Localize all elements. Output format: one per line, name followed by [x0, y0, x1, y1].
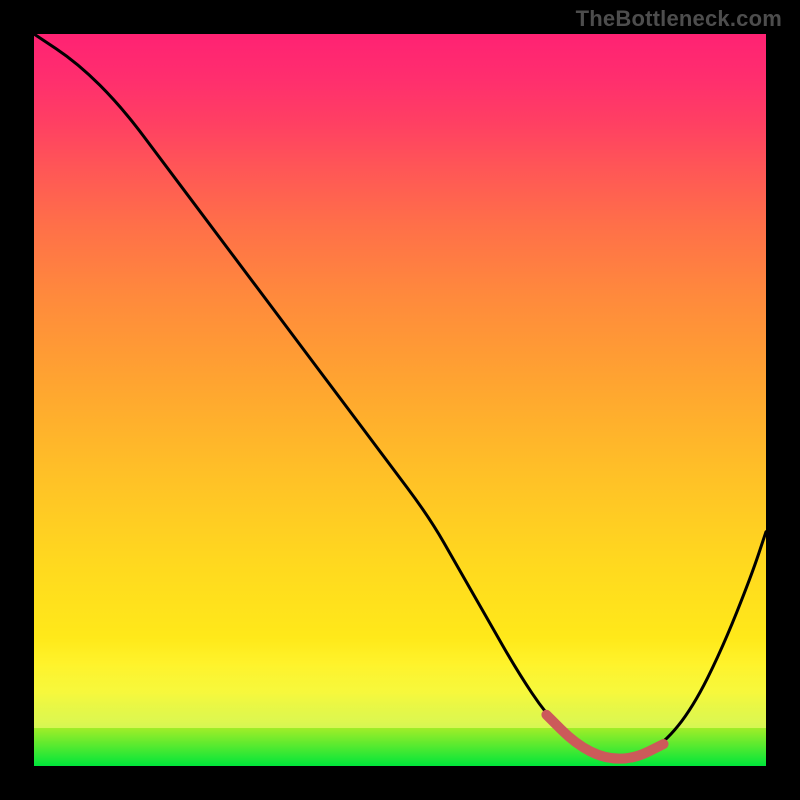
curve-path — [34, 34, 766, 759]
watermark-text: TheBottleneck.com — [576, 6, 782, 32]
chart-frame: TheBottleneck.com — [0, 0, 800, 800]
bottleneck-curve — [34, 34, 766, 766]
plot-area — [34, 34, 766, 766]
curve-highlight — [546, 715, 663, 759]
